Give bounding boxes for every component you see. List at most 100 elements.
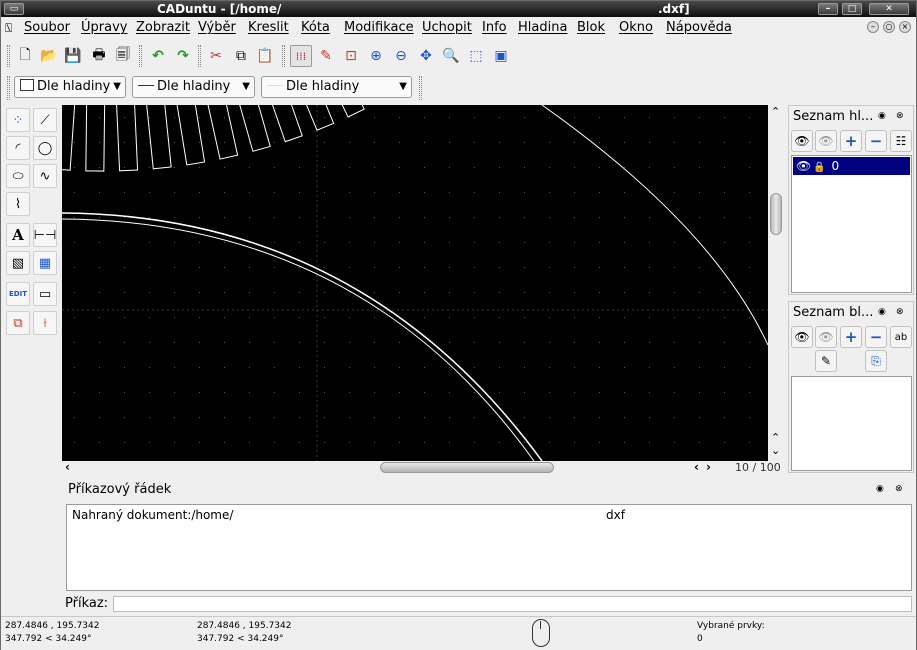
- splines-tool-icon[interactable]: ∿: [33, 164, 57, 188]
- toolbar-grip[interactable]: [7, 45, 10, 67]
- dock-close-icon[interactable]: ⊗: [896, 111, 904, 121]
- show-all-blocks-icon[interactable]: 👁: [791, 326, 813, 348]
- window-menu-icon[interactable]: ▭: [4, 3, 24, 15]
- drawing-canvas[interactable]: [62, 105, 768, 461]
- copy-icon[interactable]: ⧉: [230, 45, 252, 67]
- info-tool-icon[interactable]: ▭: [33, 282, 57, 306]
- toolbar-grip[interactable]: [7, 76, 10, 100]
- menu-kreslit[interactable]: Kreslit: [248, 20, 289, 35]
- hatch-tool-icon[interactable]: ▧: [6, 251, 30, 275]
- menu-kota[interactable]: Kóta: [301, 20, 330, 35]
- scroll-up-icon[interactable]: ⌃: [771, 105, 780, 118]
- ellipses-tool-icon[interactable]: ⬭: [6, 164, 30, 188]
- scroll-down-icon[interactable]: ⌄: [771, 444, 780, 457]
- hide-all-blocks-icon[interactable]: 👁: [815, 326, 837, 348]
- rename-block-icon[interactable]: ab: [890, 326, 912, 348]
- mdi-close-button[interactable]: ×: [899, 21, 911, 33]
- command-history[interactable]: Nahraný dokument:/home/ dxf: [66, 504, 912, 591]
- show-all-layers-icon[interactable]: 👁: [791, 130, 813, 152]
- zoom-in-icon[interactable]: ⊕: [365, 45, 387, 67]
- redo-icon[interactable]: ↷: [172, 45, 194, 67]
- print-icon[interactable]: 🖶: [88, 45, 110, 67]
- horizontal-scroll-thumb[interactable]: [380, 462, 554, 473]
- close-button[interactable]: ✕: [869, 3, 909, 15]
- menu-hladina[interactable]: Hladina: [518, 20, 567, 35]
- remove-block-icon[interactable]: −: [865, 326, 887, 348]
- layer-row[interactable]: 👁 🔒 0: [793, 157, 910, 175]
- menu-modifikace[interactable]: Modifikace: [344, 20, 414, 35]
- app-icon[interactable]: ⍂: [5, 21, 12, 36]
- print-preview-icon[interactable]: 🗐: [112, 45, 134, 67]
- menu-blok[interactable]: Blok: [577, 20, 605, 35]
- maximize-button[interactable]: □: [842, 3, 862, 15]
- vertical-scroll-thumb[interactable]: [770, 193, 782, 235]
- zoom-previous-icon[interactable]: 🔍: [440, 45, 462, 67]
- save-icon[interactable]: 💾: [62, 45, 84, 67]
- scroll-right-icon[interactable]: ›: [706, 460, 711, 474]
- drawing-svg[interactable]: [62, 105, 768, 461]
- dock-float-icon[interactable]: ◉: [878, 111, 886, 121]
- layer-visible-icon[interactable]: 👁: [796, 159, 811, 173]
- linewidth-select[interactable]: Dle hladiny ▼: [132, 76, 255, 98]
- remove-layer-icon[interactable]: −: [865, 130, 887, 152]
- polylines-tool-icon[interactable]: ⌇: [6, 192, 30, 216]
- block-list[interactable]: [791, 376, 912, 471]
- menu-okno[interactable]: Okno: [619, 20, 653, 35]
- scroll-up-icon[interactable]: ⌃: [771, 431, 780, 444]
- dock-float-icon[interactable]: ◉: [878, 307, 886, 317]
- mdi-restore-button[interactable]: ○: [883, 21, 895, 33]
- paste-icon[interactable]: 📋: [254, 45, 276, 67]
- toolbar-separator: [282, 45, 285, 67]
- edit-block-icon[interactable]: ✎: [815, 350, 837, 372]
- redraw-icon[interactable]: ✎: [315, 45, 337, 67]
- dock-float-icon[interactable]: ◉: [876, 484, 884, 494]
- command-input[interactable]: [113, 596, 912, 612]
- layer-lock-icon[interactable]: 🔒: [813, 162, 825, 173]
- vertical-scrollbar[interactable]: ⌃ ⌃ ⌄: [768, 105, 785, 461]
- minimize-button[interactable]: –: [818, 3, 838, 15]
- horizontal-scrollbar[interactable]: ‹ ‹ › 10 / 100: [62, 460, 785, 475]
- dock-close-icon[interactable]: ⊗: [895, 484, 903, 494]
- linetype-select[interactable]: Dle hladiny ▼: [261, 76, 412, 98]
- add-layer-icon[interactable]: +: [840, 130, 862, 152]
- dimensions-tool-icon[interactable]: ⊢⊣: [33, 223, 57, 247]
- dock-close-icon[interactable]: ⊗: [896, 307, 904, 317]
- menu-soubor[interactable]: Soubor: [24, 20, 70, 35]
- text-tool-icon[interactable]: A: [6, 223, 30, 247]
- points-tool-icon[interactable]: ⁘: [6, 108, 30, 132]
- open-file-icon[interactable]: 📂: [38, 45, 60, 67]
- command-dock-title: Příkazový řádek: [68, 482, 172, 497]
- zoom-pan-icon[interactable]: ▣: [490, 45, 512, 67]
- layer-list[interactable]: 👁 🔒 0: [791, 155, 912, 293]
- mdi-minimize-button[interactable]: –: [867, 21, 879, 33]
- circles-tool-icon[interactable]: ◯: [33, 136, 57, 160]
- menu-zobrazit[interactable]: Zobrazit: [136, 20, 190, 35]
- snap-tool-icon[interactable]: ⟊: [33, 311, 57, 335]
- color-select[interactable]: Dle hladiny ▼: [14, 76, 126, 98]
- zoom-auto-icon[interactable]: ✥: [415, 45, 437, 67]
- scroll-left-icon[interactable]: ‹: [65, 460, 70, 474]
- cut-icon[interactable]: ✂: [205, 45, 227, 67]
- new-file-icon[interactable]: 🗋: [14, 45, 36, 67]
- menu-vyber[interactable]: Výběr: [198, 20, 236, 35]
- hide-all-layers-icon[interactable]: 👁: [815, 130, 837, 152]
- zoom-window-icon[interactable]: ⬚: [465, 45, 487, 67]
- insert-block-icon[interactable]: ⎘: [865, 350, 887, 372]
- select-tool-icon[interactable]: ⧉: [6, 311, 30, 335]
- toolbar-grip[interactable]: [419, 76, 422, 100]
- undo-icon[interactable]: ↶: [147, 45, 169, 67]
- lines-tool-icon[interactable]: ⟋: [33, 108, 57, 132]
- menu-uchopit[interactable]: Uchopit: [422, 20, 472, 35]
- scroll-left-icon[interactable]: ‹: [694, 460, 699, 474]
- edit-layer-icon[interactable]: ☷: [890, 130, 912, 152]
- image-tool-icon[interactable]: ▦: [33, 251, 57, 275]
- zoom-out-icon[interactable]: ⊖: [390, 45, 412, 67]
- modify-tool-icon[interactable]: EDIT: [6, 282, 30, 306]
- arcs-tool-icon[interactable]: ◜: [6, 136, 30, 160]
- menu-info[interactable]: Info: [482, 20, 507, 35]
- add-block-icon[interactable]: +: [840, 326, 862, 348]
- grid-toggle-icon[interactable]: ⁞⁞⁞: [290, 45, 312, 67]
- draft-mode-icon[interactable]: ⊡: [340, 45, 362, 67]
- menu-upravy[interactable]: Úpravy: [81, 20, 127, 35]
- menu-napoveda[interactable]: Nápověda: [666, 20, 732, 35]
